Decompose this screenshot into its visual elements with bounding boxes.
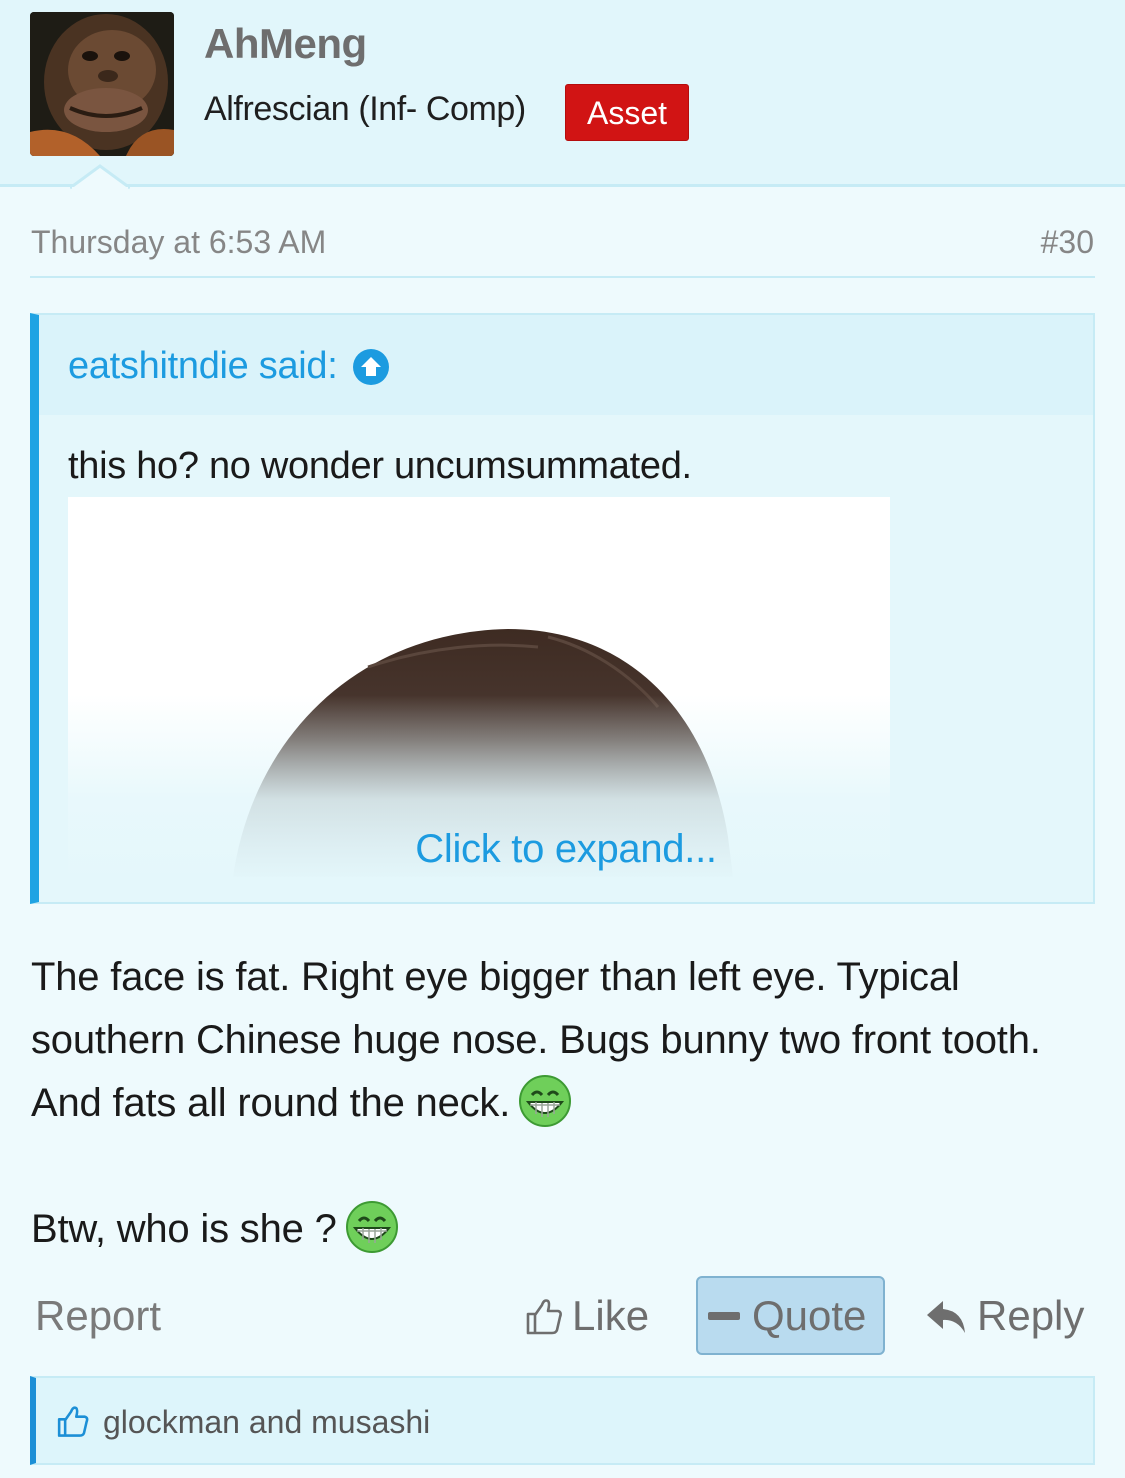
like-button[interactable]: Like [522, 1276, 649, 1355]
header-pointer-notch [70, 164, 130, 190]
divider [30, 276, 1095, 278]
likes-users[interactable]: glockman and musashi [103, 1404, 430, 1441]
quote-label: Quote [752, 1291, 867, 1339]
quote-button[interactable]: Quote [696, 1276, 885, 1355]
reply-label: Reply [977, 1291, 1085, 1339]
user-header: AhMeng Alfrescian (Inf- Comp) Asset [0, 0, 1125, 187]
quote-block: eatshitndie said: this ho? no wonder unc… [30, 313, 1095, 904]
minus-icon [708, 1311, 740, 1320]
username[interactable]: AhMeng [204, 20, 367, 68]
reply-arrow-icon [927, 1300, 965, 1333]
orangutan-avatar-image [30, 12, 174, 156]
post-date[interactable]: Thursday at 6:53 AM [31, 224, 326, 261]
post-paragraph: The face is fat. Right eye bigger than l… [31, 946, 1106, 1135]
quote-author-label: eatshitndie said: [68, 345, 338, 387]
grin-smiley-icon [519, 1075, 572, 1127]
thumbs-up-icon [57, 1406, 89, 1437]
thumbs-up-icon [526, 1298, 562, 1334]
report-link[interactable]: Report [35, 1292, 161, 1340]
user-title: Alfrescian (Inf- Comp) [204, 90, 526, 128]
click-to-expand-link[interactable]: Click to expand... [39, 827, 1093, 872]
like-label: Like [572, 1291, 650, 1339]
grin-smiley-icon [345, 1201, 398, 1253]
quote-author-link[interactable]: eatshitndie said: [68, 345, 390, 388]
quote-text: this ho? no wonder uncumsummated. [68, 445, 692, 487]
reply-button[interactable]: Reply [925, 1276, 1084, 1355]
arrow-up-circle-icon[interactable] [352, 348, 390, 386]
likes-summary: glockman and musashi [30, 1376, 1095, 1465]
user-badge: Asset [565, 84, 690, 141]
post-body: The face is fat. Right eye bigger than l… [31, 946, 1106, 1261]
post-paragraph: Btw, who is she ? [31, 1198, 1106, 1261]
avatar[interactable] [30, 12, 174, 156]
post-paragraph-text: Btw, who is she ? [31, 1207, 337, 1251]
post-number[interactable]: #30 [1041, 224, 1094, 261]
